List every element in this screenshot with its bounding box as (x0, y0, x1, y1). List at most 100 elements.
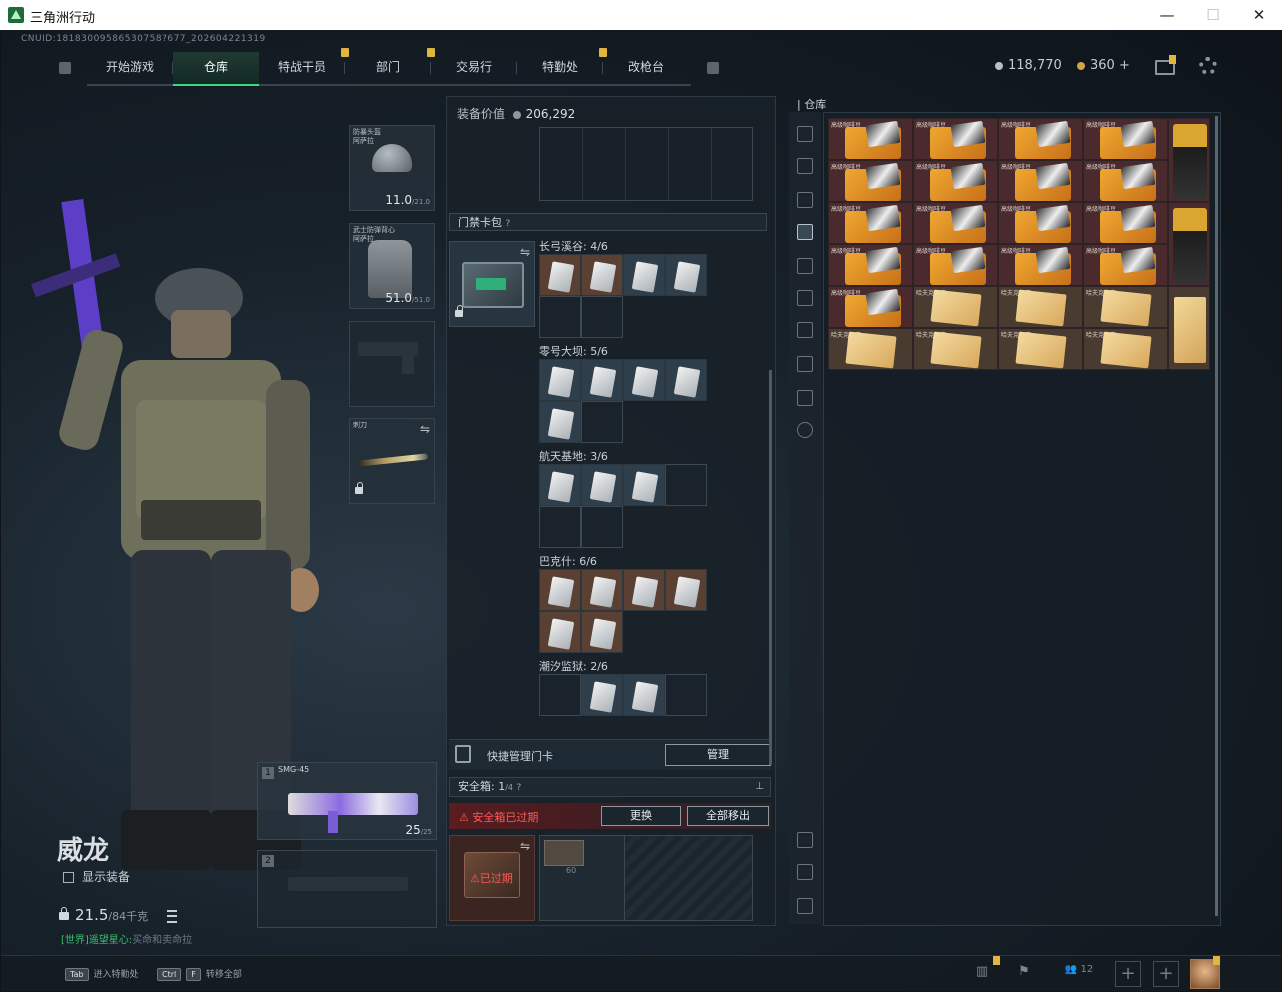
safebox-cell[interactable]: 60 (540, 836, 625, 920)
replace-safebox-button[interactable]: 更换 (601, 806, 681, 826)
coffee-bean-item[interactable]: 高级咖啡豆 (913, 244, 998, 286)
secret-document-item[interactable]: 哈夫克机密 (1083, 286, 1168, 328)
melee-slot[interactable]: 刺刀 ⇋ (349, 418, 435, 504)
secret-document-item[interactable]: 哈夫克机密 (998, 328, 1083, 370)
add-party-slot-button[interactable]: + (1115, 961, 1141, 987)
keycard-empty-slot[interactable] (539, 674, 581, 716)
category-ammo-icon[interactable] (797, 322, 813, 338)
keycard-item[interactable] (581, 464, 623, 506)
coffee-bean-item[interactable]: 高级咖啡豆 (828, 286, 913, 328)
tab-market[interactable]: 交易行 (431, 52, 517, 84)
storage-settings-icon[interactable] (797, 422, 813, 438)
secret-document-item[interactable]: 哈夫克机密 (913, 286, 998, 328)
keycard-item[interactable] (623, 254, 665, 296)
keycard-item[interactable] (665, 254, 707, 296)
secret-document-item[interactable]: 哈夫克机密 (828, 328, 913, 370)
coffee-bean-item[interactable]: 高级咖啡豆 (913, 160, 998, 202)
coffee-bean-item[interactable]: 高级咖啡豆 (1083, 244, 1168, 286)
keycard-empty-slot[interactable] (581, 506, 623, 548)
storage-expand-icon[interactable] (797, 832, 813, 848)
keycard-item[interactable] (581, 254, 623, 296)
nav-prev-icon[interactable] (59, 62, 71, 74)
swap-icon[interactable]: ⇋ (520, 839, 530, 853)
gold-currency[interactable]: 360 + (1077, 58, 1130, 73)
tab-special-ops[interactable]: 特勤处 (517, 48, 607, 84)
storage-sort-icon[interactable] (797, 898, 813, 914)
tab-department[interactable]: 部门 (345, 48, 435, 84)
keycard-item[interactable] (581, 674, 623, 716)
keycard-item[interactable] (581, 359, 623, 401)
keycard-item[interactable] (623, 464, 665, 506)
add-currency-button[interactable]: + (1119, 58, 1130, 73)
safebox-grid[interactable]: 60 (539, 835, 753, 921)
transfer-all-hint[interactable]: Ctrl F 转移全部 (157, 967, 242, 981)
secret-document-tall-item[interactable] (1168, 286, 1210, 370)
coffee-bean-item[interactable]: 高级咖啡豆 (1083, 160, 1168, 202)
coffee-bean-item[interactable]: 高级咖啡豆 (828, 244, 913, 286)
keycard-empty-slot[interactable] (581, 296, 623, 338)
keycard-item[interactable] (623, 359, 665, 401)
nav-next-icon[interactable] (707, 62, 719, 74)
tab-start-game[interactable]: 开始游戏 (87, 52, 173, 84)
secondary-weapon-slot[interactable]: 2 (257, 850, 437, 928)
secret-document-item[interactable]: 哈夫克机密 (913, 328, 998, 370)
coffee-bean-item[interactable]: 高级咖啡豆 (1083, 118, 1168, 160)
coffee-bean-item[interactable]: 高级咖啡豆 (998, 160, 1083, 202)
backpack-scrollbar[interactable] (769, 370, 772, 765)
keycard-item[interactable] (623, 674, 665, 716)
keycard-item[interactable] (665, 569, 707, 611)
keycard-item[interactable] (539, 611, 581, 653)
tab-gunsmith[interactable]: 改枪台 (603, 52, 689, 84)
keycard-item[interactable] (539, 359, 581, 401)
show-equipment-toggle[interactable]: 显示装备 (63, 868, 130, 885)
category-gear-icon[interactable] (797, 192, 813, 208)
keycard-item[interactable] (665, 359, 707, 401)
keycard-empty-slot[interactable] (665, 674, 707, 716)
storage-layers-icon[interactable] (797, 864, 813, 880)
coffee-bean-item[interactable]: 高级咖啡豆 (828, 118, 913, 160)
stats-chart-icon[interactable]: ▥ (973, 964, 991, 982)
coffee-bean-item[interactable]: 高级咖啡豆 (998, 202, 1083, 244)
warehouse-scrollbar[interactable] (1215, 116, 1218, 916)
keycard-empty-slot[interactable] (539, 296, 581, 338)
category-locked-icon[interactable] (797, 390, 813, 406)
tab-operators[interactable]: 特战干员 (259, 48, 349, 84)
pistol-slot[interactable] (349, 321, 435, 407)
coffee-bean-item[interactable]: 高级咖啡豆 (913, 202, 998, 244)
close-button[interactable]: ✕ (1236, 0, 1282, 30)
coffee-bag-item[interactable] (1168, 202, 1210, 286)
weight-details-list-icon[interactable] (167, 910, 177, 923)
category-misc-icon[interactable] (797, 356, 813, 372)
category-consumables-icon[interactable] (797, 290, 813, 306)
primary-weapon-slot[interactable]: 1 SMG-45 25/25 (257, 762, 437, 840)
backpack-grid[interactable] (539, 127, 753, 201)
keycard-item[interactable] (581, 569, 623, 611)
keycard-item[interactable] (539, 569, 581, 611)
keycard-empty-slot[interactable] (539, 506, 581, 548)
secret-document-item[interactable]: 哈夫克机密 (998, 286, 1083, 328)
maximize-button[interactable]: ☐ (1190, 0, 1236, 30)
category-weapon-icon[interactable] (797, 158, 813, 174)
settings-gear-icon[interactable] (1199, 57, 1217, 75)
keycard-case-item[interactable]: ⇋ (449, 241, 535, 327)
remove-all-button[interactable]: 全部移出 (687, 806, 769, 826)
flag-icon[interactable]: ⚑ (1015, 964, 1033, 982)
coffee-bag-item[interactable] (1168, 118, 1210, 202)
coffee-bean-item[interactable]: 高级咖啡豆 (828, 160, 913, 202)
tab-hint[interactable]: Tab 进入特勤处 (65, 967, 139, 981)
pin-icon[interactable]: ⊥ (755, 778, 764, 796)
friends-button[interactable]: 👥 12 (1059, 964, 1099, 982)
armor-slot[interactable]: 武士防弹背心 阿萨拉 51.0/51.0 (349, 223, 435, 309)
coffee-bean-item[interactable]: 高级咖啡豆 (998, 244, 1083, 286)
add-party-slot-button[interactable]: + (1153, 961, 1179, 987)
keycard-empty-slot[interactable] (581, 401, 623, 443)
keycard-item[interactable] (539, 401, 581, 443)
safebox-stored-item-icon[interactable] (544, 840, 584, 866)
help-icon[interactable]: ? (517, 783, 522, 793)
help-icon[interactable]: ? (506, 219, 511, 229)
keycard-item[interactable] (623, 569, 665, 611)
tab-warehouse[interactable]: 仓库 (173, 52, 259, 86)
secret-document-item[interactable]: 哈夫克机密 (1083, 328, 1168, 370)
coffee-bean-item[interactable]: 高级咖啡豆 (998, 118, 1083, 160)
swap-icon[interactable]: ⇋ (420, 422, 430, 436)
